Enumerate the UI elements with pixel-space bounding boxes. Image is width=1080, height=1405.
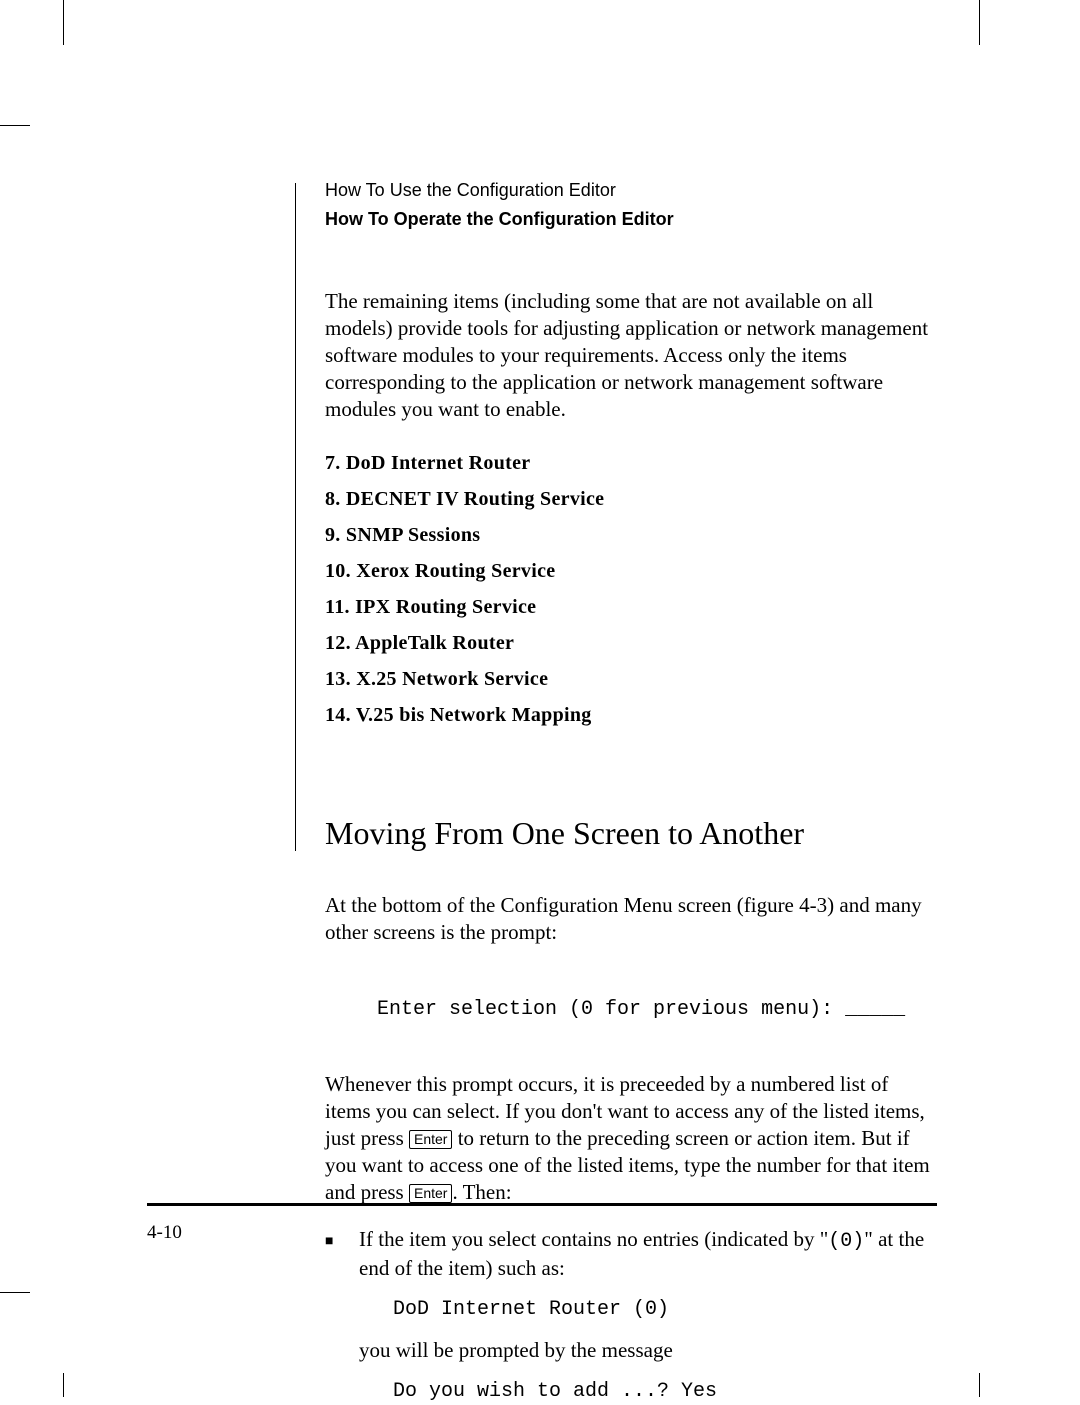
menu-item: 10. Xerox Routing Service	[325, 553, 937, 589]
section-heading: Moving From One Screen to Another	[325, 815, 937, 852]
page: How To Use the Configuration Editor How …	[0, 0, 1080, 1397]
code-prompt-line: Enter selection (0 for previous menu): _…	[377, 998, 937, 1021]
bullet-text-line: you will be prompted by the message	[359, 1337, 937, 1364]
intro-paragraph: The remaining items (including some that…	[325, 288, 937, 423]
body-paragraph: At the bottom of the Configuration Menu …	[325, 892, 937, 946]
keycap-enter: Enter	[409, 1184, 452, 1203]
running-head-chapter: How To Use the Configuration Editor	[325, 180, 937, 201]
page-number: 4-10	[147, 1222, 182, 1244]
margin-rule	[295, 183, 296, 851]
menu-item: 14. V.25 bis Network Mapping	[325, 697, 937, 733]
bullet-item: ■ If the item you select contains no ent…	[325, 1226, 937, 1405]
code-inline: (0)	[828, 1230, 864, 1253]
keycap-enter: Enter	[409, 1130, 452, 1149]
code-line: Do you wish to add ...? Yes	[393, 1378, 937, 1405]
body-paragraph: Whenever this prompt occurs, it is prece…	[325, 1071, 937, 1206]
crop-mark	[63, 1373, 64, 1397]
text-fragment: . Then:	[452, 1180, 511, 1204]
crop-mark	[979, 1373, 980, 1397]
menu-item: 8. DECNET IV Routing Service	[325, 481, 937, 517]
running-head-section: How To Operate the Configuration Editor	[325, 209, 937, 230]
menu-item: 11. IPX Routing Service	[325, 589, 937, 625]
menu-item: 12. AppleTalk Router	[325, 625, 937, 661]
crop-mark	[979, 0, 980, 45]
bullet-text-line: If the item you select contains no entri…	[359, 1226, 937, 1282]
footer-rule	[147, 1203, 937, 1206]
menu-item: 13. X.25 Network Service	[325, 661, 937, 697]
text-fragment: If the item you select contains no entri…	[359, 1227, 828, 1251]
menu-item: 7. DoD Internet Router	[325, 445, 937, 481]
crop-mark	[63, 0, 64, 45]
crop-mark	[0, 125, 30, 126]
bullet-square-icon: ■	[325, 1226, 359, 1405]
menu-item: 9. SNMP Sessions	[325, 517, 937, 553]
menu-items-list: 7. DoD Internet Router 8. DECNET IV Rout…	[325, 445, 937, 733]
content-area: How To Use the Configuration Editor How …	[325, 180, 937, 1405]
code-line: DoD Internet Router (0)	[393, 1296, 937, 1323]
bullet-body: If the item you select contains no entri…	[359, 1226, 937, 1405]
crop-mark	[0, 1292, 30, 1293]
